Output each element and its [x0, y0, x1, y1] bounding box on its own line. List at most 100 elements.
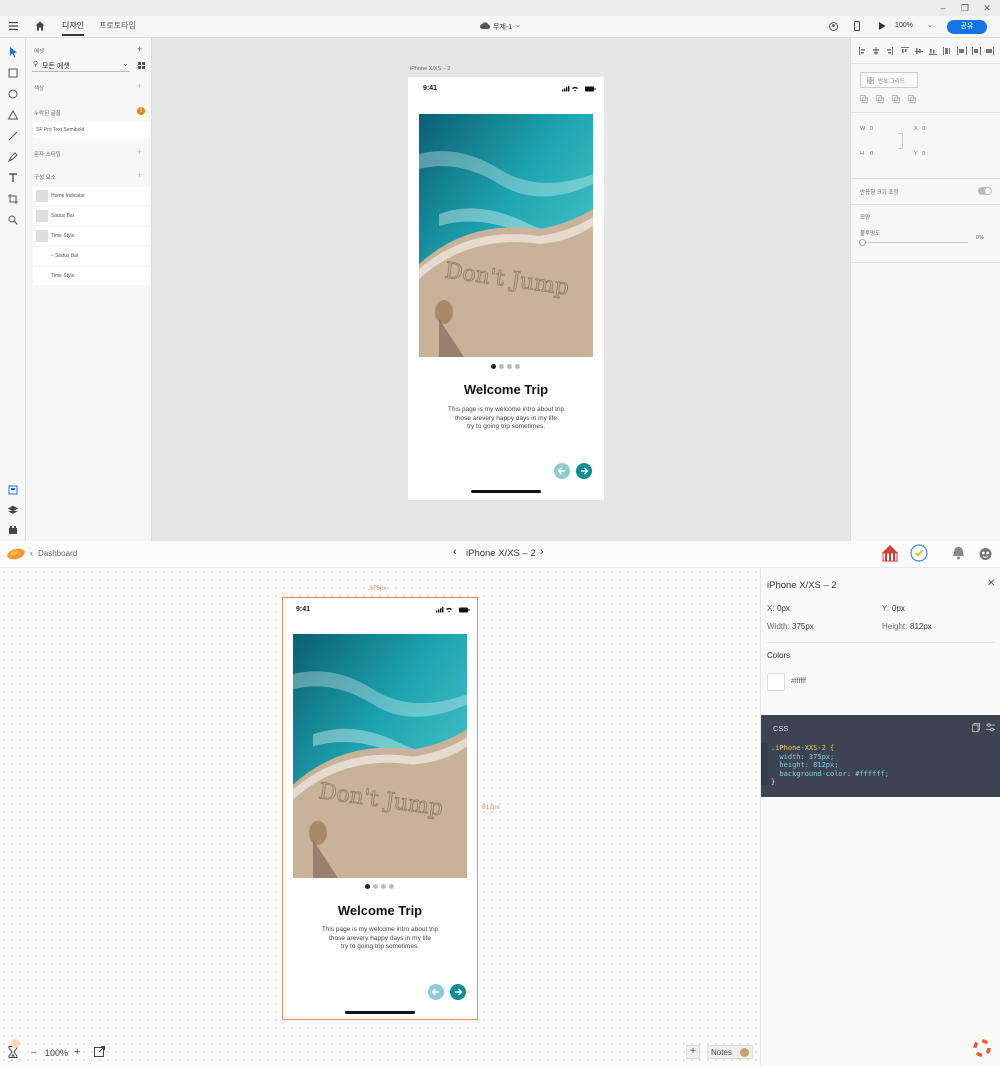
- zeplin-canvas[interactable]: 375px 812px 9:41 Don't Jump Welcome Trip…: [0, 568, 760, 1066]
- assets-icon[interactable]: [7, 484, 19, 496]
- avatar[interactable]: [978, 546, 993, 561]
- next-button[interactable]: [576, 463, 592, 479]
- component-item[interactable]: Time Style: [33, 227, 151, 245]
- minimize-button[interactable]: –: [938, 3, 948, 13]
- boolean-ops-toolbar[interactable]: [860, 95, 920, 103]
- color-hex[interactable]: #ffffff: [791, 678, 806, 685]
- zoom-out-button[interactable]: –: [31, 1047, 36, 1057]
- title-bar: – ❐ ✕: [0, 0, 1000, 16]
- component-item[interactable]: Time Style: [33, 267, 151, 285]
- zoom-in-button[interactable]: +: [74, 1046, 80, 1058]
- x-value[interactable]: 0: [922, 126, 925, 132]
- add-color-icon[interactable]: +: [137, 81, 142, 91]
- line-tool-icon[interactable]: [7, 130, 19, 142]
- chevron-down-icon[interactable]: ⌄: [515, 21, 521, 29]
- zoom-level[interactable]: 100%: [895, 22, 913, 29]
- menu-icon[interactable]: [9, 22, 18, 30]
- add-component-icon[interactable]: +: [137, 170, 142, 180]
- select-tool-icon[interactable]: [7, 46, 19, 58]
- component-item[interactable]: Home Indicator: [33, 187, 151, 205]
- home-indicator: [345, 1011, 415, 1014]
- artboard-tool-icon[interactable]: [7, 193, 19, 205]
- rectangle-tool-icon[interactable]: [7, 67, 19, 79]
- device-preview-icon[interactable]: [854, 21, 860, 31]
- hero-image: Don't Jump: [293, 634, 467, 878]
- opacity-slider-handle[interactable]: [859, 239, 866, 246]
- page-dot[interactable]: [515, 364, 520, 369]
- close-window-button[interactable]: ✕: [982, 3, 992, 13]
- page-dot-active: [365, 884, 370, 889]
- dashboard-link[interactable]: Dashboard: [38, 549, 77, 558]
- share-button[interactable]: 공유: [947, 20, 987, 34]
- xd-artboard[interactable]: 9:41 Don't Jump Welcome Trip This page i…: [408, 77, 604, 500]
- external-link-icon[interactable]: [94, 1046, 105, 1057]
- tab-prototype[interactable]: 프로토타입: [99, 20, 136, 36]
- zeplin-logo-icon[interactable]: [6, 547, 26, 561]
- home-icon[interactable]: [35, 21, 45, 31]
- ellipse-tool-icon[interactable]: [7, 88, 19, 100]
- prev-screen-icon[interactable]: ‹: [453, 546, 457, 558]
- screen-body: This page is my welcome intro about trip…: [283, 926, 477, 952]
- repeat-grid-button[interactable]: 반복 그리드: [860, 72, 918, 88]
- settings-icon[interactable]: [986, 723, 995, 732]
- page-dot-active[interactable]: [491, 364, 496, 369]
- lock-ratio-icon[interactable]: [898, 133, 903, 149]
- layers-icon[interactable]: [7, 504, 19, 516]
- assets-panel: 에셋 + ⚲ 모든 에셋 ⌄ 색상 + 누락된 글꼴 ! SF Pro Text…: [26, 38, 152, 541]
- y-label: Y:: [882, 604, 890, 613]
- add-asset-icon[interactable]: +: [137, 44, 142, 54]
- y-value[interactable]: 0: [922, 151, 925, 157]
- grid-view-icon[interactable]: [138, 62, 145, 69]
- zoom-chevron-icon[interactable]: ⌄: [927, 21, 933, 29]
- align-toolbar[interactable]: [859, 47, 994, 55]
- design-canvas[interactable]: iPhone X/XS – 2 9:41 Don't Jump Welcome …: [152, 38, 850, 541]
- play-icon[interactable]: [878, 22, 886, 30]
- circus-tent-icon[interactable]: [881, 544, 899, 562]
- page-dot[interactable]: [507, 364, 512, 369]
- next-screen-icon[interactable]: ›: [540, 546, 544, 558]
- zeplin-window: ‹ Dashboard ‹ iPhone X/XS – 2 › 375px 81…: [0, 541, 1000, 1066]
- asset-search-field[interactable]: ⚲ 모든 에셋 ⌄: [32, 58, 130, 72]
- notes-button[interactable]: Notes: [707, 1045, 753, 1059]
- page-dot[interactable]: [499, 364, 504, 369]
- zoom-tool-icon[interactable]: [7, 214, 19, 226]
- copy-icon[interactable]: [972, 723, 980, 732]
- text-tool-icon[interactable]: [7, 172, 19, 184]
- add-note-button[interactable]: +: [686, 1045, 700, 1059]
- responsive-toggle[interactable]: [978, 187, 992, 195]
- maximize-button[interactable]: ❐: [960, 3, 970, 13]
- line-gutter: [761, 743, 767, 785]
- color-swatch[interactable]: [767, 673, 785, 691]
- prev-button: [428, 984, 444, 1000]
- text-styles-label: 문자 스타일: [34, 152, 61, 158]
- plugins-icon[interactable]: [7, 524, 19, 536]
- zeplin-screen[interactable]: 9:41 Don't Jump Welcome Trip This page i…: [282, 597, 478, 1020]
- opacity-slider[interactable]: [860, 242, 968, 243]
- toggle-knob: [985, 188, 991, 194]
- font-item[interactable]: SF Pro Text Semibold: [33, 122, 151, 138]
- tab-design[interactable]: 디자인: [62, 20, 85, 36]
- back-chevron-icon[interactable]: ‹: [30, 548, 33, 558]
- check-status-icon[interactable]: [910, 544, 928, 562]
- width-value[interactable]: 0: [870, 126, 873, 132]
- add-text-style-icon[interactable]: +: [137, 147, 142, 157]
- document-title[interactable]: 무제-1: [493, 22, 512, 32]
- pen-tool-icon[interactable]: [7, 151, 19, 163]
- notifications-icon[interactable]: [952, 546, 965, 560]
- close-icon[interactable]: ✕: [987, 578, 995, 589]
- artboard-label[interactable]: iPhone X/XS – 2: [410, 66, 450, 72]
- polygon-tool-icon[interactable]: [7, 109, 19, 121]
- user-icon[interactable]: [829, 22, 838, 31]
- component-item[interactable]: Status Bar: [33, 207, 151, 225]
- prev-button[interactable]: [554, 463, 570, 479]
- zeplin-header: ‹ Dashboard ‹ iPhone X/XS – 2 ›: [0, 541, 1000, 568]
- height-value[interactable]: 0: [870, 151, 873, 157]
- help-lifebuoy-icon[interactable]: [971, 1037, 993, 1059]
- warning-icon[interactable]: !: [137, 107, 145, 115]
- opacity-value[interactable]: 0%: [976, 235, 984, 241]
- divider: [851, 262, 1000, 263]
- chevron-down-icon[interactable]: ⌄: [122, 59, 129, 68]
- css-label: CSS: [773, 724, 789, 733]
- component-item[interactable]: – Status Bar: [33, 247, 151, 265]
- xd-window: – ❐ ✕ 디자인 프로토타입 무제-1 ⌄ 100% ⌄ 공유 에셋 + ⚲ …: [0, 0, 1000, 541]
